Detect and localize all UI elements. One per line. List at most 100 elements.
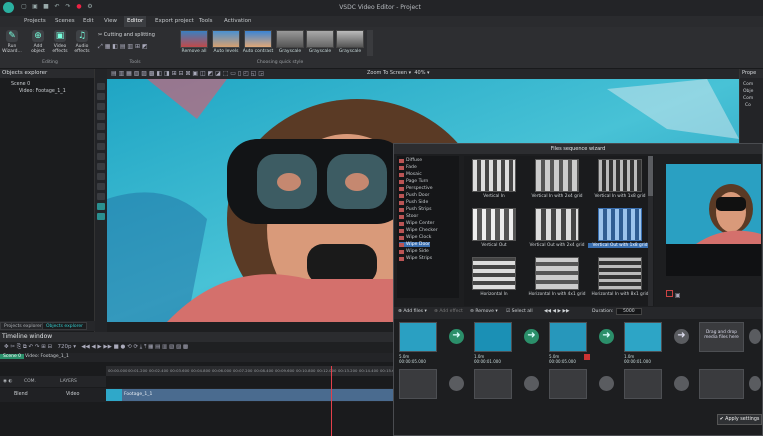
effect-item[interactable]: Page Turn xyxy=(399,179,428,184)
crop-tool-icon[interactable] xyxy=(97,103,105,110)
layer-tool-icon[interactable] xyxy=(97,203,105,210)
prop-item[interactable]: Com xyxy=(740,82,763,87)
effect-item[interactable]: Push Door xyxy=(399,193,429,198)
preview-controls[interactable]: ▣ xyxy=(666,290,681,299)
redo-icon[interactable]: ↷ xyxy=(64,3,72,11)
video-tool-icon[interactable] xyxy=(97,163,105,170)
apply-settings-button[interactable]: ✔ Apply settings xyxy=(717,414,762,425)
menu-view[interactable]: View xyxy=(101,18,120,24)
record-icon[interactable]: ● xyxy=(75,3,83,11)
menu-edit[interactable]: Edit xyxy=(80,18,97,24)
zoom-select[interactable]: Zoom To Screen ▾ 40% ▾ xyxy=(367,70,430,76)
transition-placeholder[interactable] xyxy=(524,376,539,391)
transition-thumb-selected[interactable] xyxy=(598,208,642,241)
sequence-slot[interactable] xyxy=(474,322,512,352)
filter-tool-icon[interactable] xyxy=(97,183,105,190)
image-tool-icon[interactable] xyxy=(97,143,105,150)
transition-placeholder[interactable] xyxy=(599,376,614,391)
text-tool-icon[interactable] xyxy=(97,133,105,140)
transition-placeholder[interactable] xyxy=(674,376,689,391)
transition-thumb[interactable] xyxy=(472,208,516,241)
open-icon[interactable]: ▣ xyxy=(31,3,39,11)
video-effects-button[interactable]: ▣ Video effects xyxy=(49,30,71,54)
tab-objects-explorer[interactable]: Objects explorer xyxy=(42,322,88,330)
sequence-slot[interactable] xyxy=(624,322,662,352)
add-object-button[interactable]: ⊕ Add object xyxy=(27,30,49,54)
transition-arrow-icon[interactable]: ➜ xyxy=(524,329,539,344)
menu-scenes[interactable]: Scenes xyxy=(52,18,78,24)
transition-thumb[interactable] xyxy=(535,257,579,290)
menu-export-project[interactable]: Export project xyxy=(152,18,197,24)
quick-style-grayscale-1[interactable] xyxy=(276,30,304,48)
transition-arrow-icon[interactable]: ➜ xyxy=(674,329,689,344)
align-icons[interactable]: ▤ ▥ ▦ ▧ ▨ ▩ ◧ ◨ ⊞ ⊟ ⊠ ▣ ◫ ◩ ◪ ⬚ ▭ ▯ ◰ ◱ … xyxy=(111,70,264,77)
effect-item[interactable]: Wipe Side xyxy=(399,249,429,254)
audio-effects-button[interactable]: ♫ Audio effects xyxy=(71,30,93,54)
prop-item[interactable]: Obje xyxy=(740,89,763,94)
menu-editor[interactable]: Editor xyxy=(124,16,147,27)
effect-item[interactable]: Wipe Center xyxy=(399,221,434,226)
quick-style-auto-levels[interactable] xyxy=(212,30,240,48)
effect-item[interactable]: Push Side xyxy=(399,200,428,205)
sequence-slot-empty[interactable] xyxy=(549,369,587,399)
select-all-button[interactable]: ☑ Select all xyxy=(506,309,533,314)
cutting-button[interactable]: ✂ Cutting and splitting xyxy=(98,32,155,38)
eye-icon[interactable]: ◉ ◐ xyxy=(3,379,12,384)
mask-tool-icon[interactable] xyxy=(97,213,105,220)
transition-thumb[interactable] xyxy=(598,257,642,290)
move-tool-icon[interactable] xyxy=(97,93,105,100)
run-wizard-button[interactable]: ✎ Run Wizard... xyxy=(1,30,23,54)
thumbs-scrollbar[interactable] xyxy=(648,156,653,306)
transition-thumb[interactable] xyxy=(472,257,516,290)
effect-item[interactable]: Stoor xyxy=(399,214,418,219)
timeline-controls[interactable]: ✥ ✂ ⎘ ⧉ ↶ ↷ ⊞ ⊟ 720p ▾ ◀◀ ◀ ▶ ▶▶ ■ ● ⟲ ⟳… xyxy=(4,344,188,351)
tab-projects-explorer[interactable]: Projects explorer xyxy=(0,322,46,330)
tree-item-scene[interactable]: Scene 0 xyxy=(3,82,94,87)
tree-item-video[interactable]: Video: Footage_1_1 xyxy=(3,89,94,94)
duration-input[interactable]: 5000 xyxy=(616,308,642,315)
save-icon[interactable]: ■ xyxy=(42,3,50,11)
quick-style-scroll[interactable] xyxy=(367,30,373,56)
quick-style-grayscale-2[interactable] xyxy=(306,30,334,48)
video-clip[interactable]: Footage_1_1 xyxy=(106,389,400,401)
effect-item[interactable]: Fade xyxy=(399,165,417,170)
tab-video-footage[interactable]: Video: Footage_1_1 xyxy=(22,354,72,359)
menu-projects[interactable]: Projects xyxy=(21,18,49,24)
sequence-slot-empty[interactable] xyxy=(624,369,662,399)
delete-slot-icon[interactable] xyxy=(584,354,590,360)
effect-item[interactable]: Perspective xyxy=(399,186,433,191)
shape-tool-icon[interactable] xyxy=(97,113,105,120)
pen-tool-icon[interactable] xyxy=(97,123,105,130)
sequence-slot-empty[interactable] xyxy=(699,369,744,399)
undo-icon[interactable]: ↶ xyxy=(53,3,61,11)
quick-style-grayscale-3[interactable] xyxy=(336,30,364,48)
timeline-ruler[interactable]: 00:00.000 00:01.200 00:02.400 00:03.600 … xyxy=(106,366,400,376)
sequence-slot-empty[interactable] xyxy=(474,369,512,399)
effect-item[interactable]: Wipe Clock xyxy=(399,235,431,240)
sequence-slot[interactable] xyxy=(399,322,437,352)
menu-tools[interactable]: Tools xyxy=(196,18,216,24)
transition-placeholder[interactable] xyxy=(449,376,464,391)
prop-item[interactable]: Co xyxy=(740,103,763,108)
effect-item[interactable]: Push Strips xyxy=(399,207,432,212)
add-files-button[interactable]: ⊕ Add files ▾ xyxy=(398,309,427,314)
chart-tool-icon[interactable] xyxy=(97,173,105,180)
effect-item[interactable]: Wipe Checker xyxy=(399,228,438,233)
transition-thumb[interactable] xyxy=(472,159,516,192)
transition-placeholder[interactable] xyxy=(749,329,761,344)
blend-label[interactable]: Blend xyxy=(14,392,28,397)
effect-tool-icon[interactable] xyxy=(97,193,105,200)
audio-tool-icon[interactable] xyxy=(97,153,105,160)
quick-style-auto-contrast[interactable] xyxy=(244,30,272,48)
transition-arrow-icon[interactable]: ➜ xyxy=(599,329,614,344)
settings-icon[interactable]: ⚙ xyxy=(86,3,94,11)
transition-thumb[interactable] xyxy=(598,159,642,192)
remove-button[interactable]: ⊖ Remove ▾ xyxy=(470,309,498,314)
quick-style-remove-all[interactable] xyxy=(180,30,208,48)
add-effect-button[interactable]: ⊕ Add effect xyxy=(434,309,463,314)
transition-placeholder[interactable] xyxy=(749,376,761,391)
effect-item[interactable]: Diffuse xyxy=(399,158,422,163)
prop-item[interactable]: Com xyxy=(740,96,763,101)
menu-activation[interactable]: Activation xyxy=(221,18,255,24)
playhead[interactable] xyxy=(331,366,332,436)
